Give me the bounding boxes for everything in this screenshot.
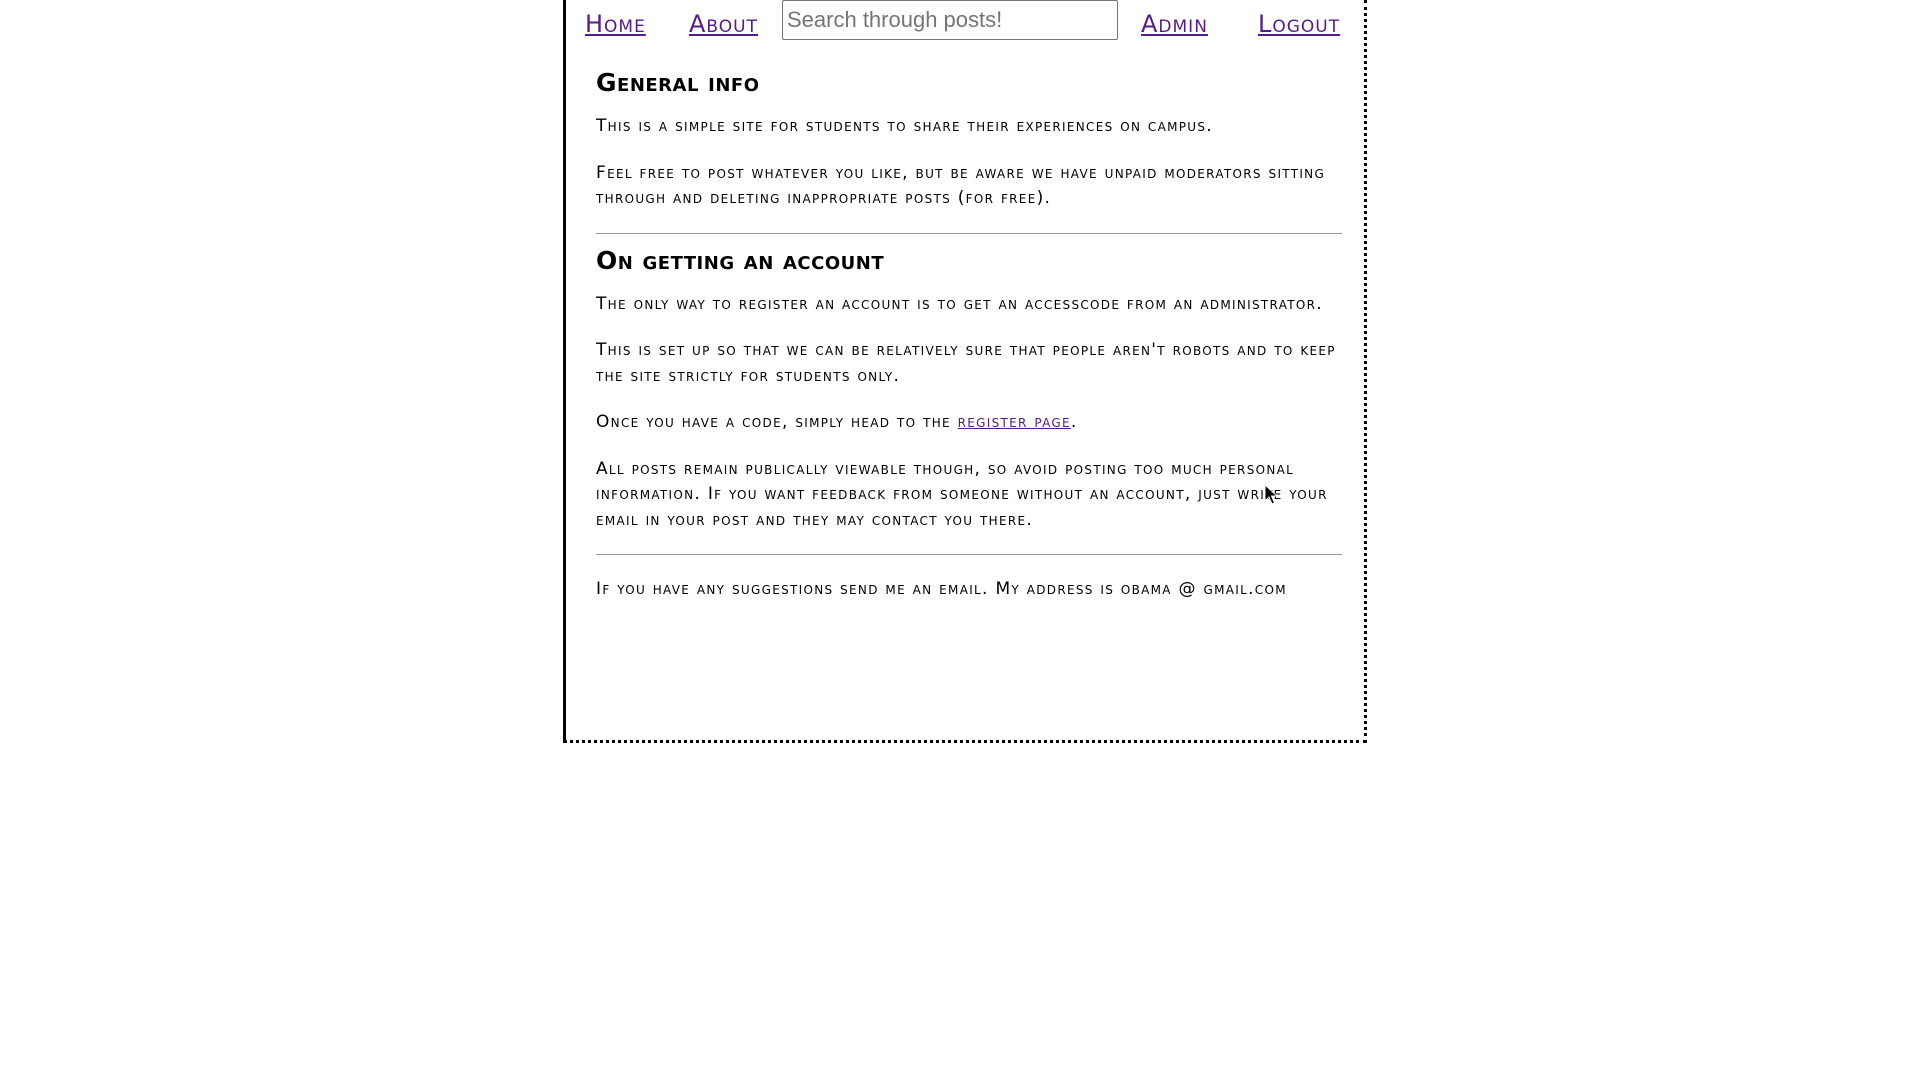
nav-home-link[interactable]: Home — [585, 10, 646, 38]
account-paragraph-4: All posts remain publically viewable tho… — [596, 458, 1328, 530]
register-page-link[interactable]: register page — [958, 412, 1071, 432]
general-info-paragraph-1: This is a simple site for students to sh… — [596, 116, 1214, 136]
top-navigation: Home About Admin Logout — [566, 0, 1364, 60]
nav-admin-link[interactable]: Admin — [1141, 10, 1208, 38]
general-info-paragraph-2: Feel free to post whatever you like, but… — [596, 162, 1326, 209]
mouse-pointer-icon — [1264, 484, 1279, 505]
register-text-before: Once you have a code, simply head to the — [596, 412, 958, 432]
search-input[interactable] — [782, 0, 1118, 40]
nav-logout-link[interactable]: Logout — [1258, 10, 1340, 38]
section-divider — [596, 232, 1342, 234]
about-content: General info This is a simple site for s… — [596, 66, 1342, 624]
section-divider — [596, 554, 1342, 555]
nav-about-link[interactable]: About — [689, 10, 758, 38]
contact-paragraph: If you have any suggestions send me an e… — [596, 579, 1287, 599]
general-info-heading: General info — [596, 68, 760, 97]
account-paragraph-2: This is set up so that we can be relativ… — [596, 340, 1336, 386]
account-heading: On getting an account — [596, 245, 885, 275]
account-paragraph-1: The only way to register an account is t… — [596, 293, 1324, 314]
register-text-after: . — [1070, 412, 1078, 432]
account-paragraph-3: Once you have a code, simply head to the… — [596, 410, 1342, 436]
main-container: Home About Admin Logout General info Thi… — [563, 0, 1367, 743]
